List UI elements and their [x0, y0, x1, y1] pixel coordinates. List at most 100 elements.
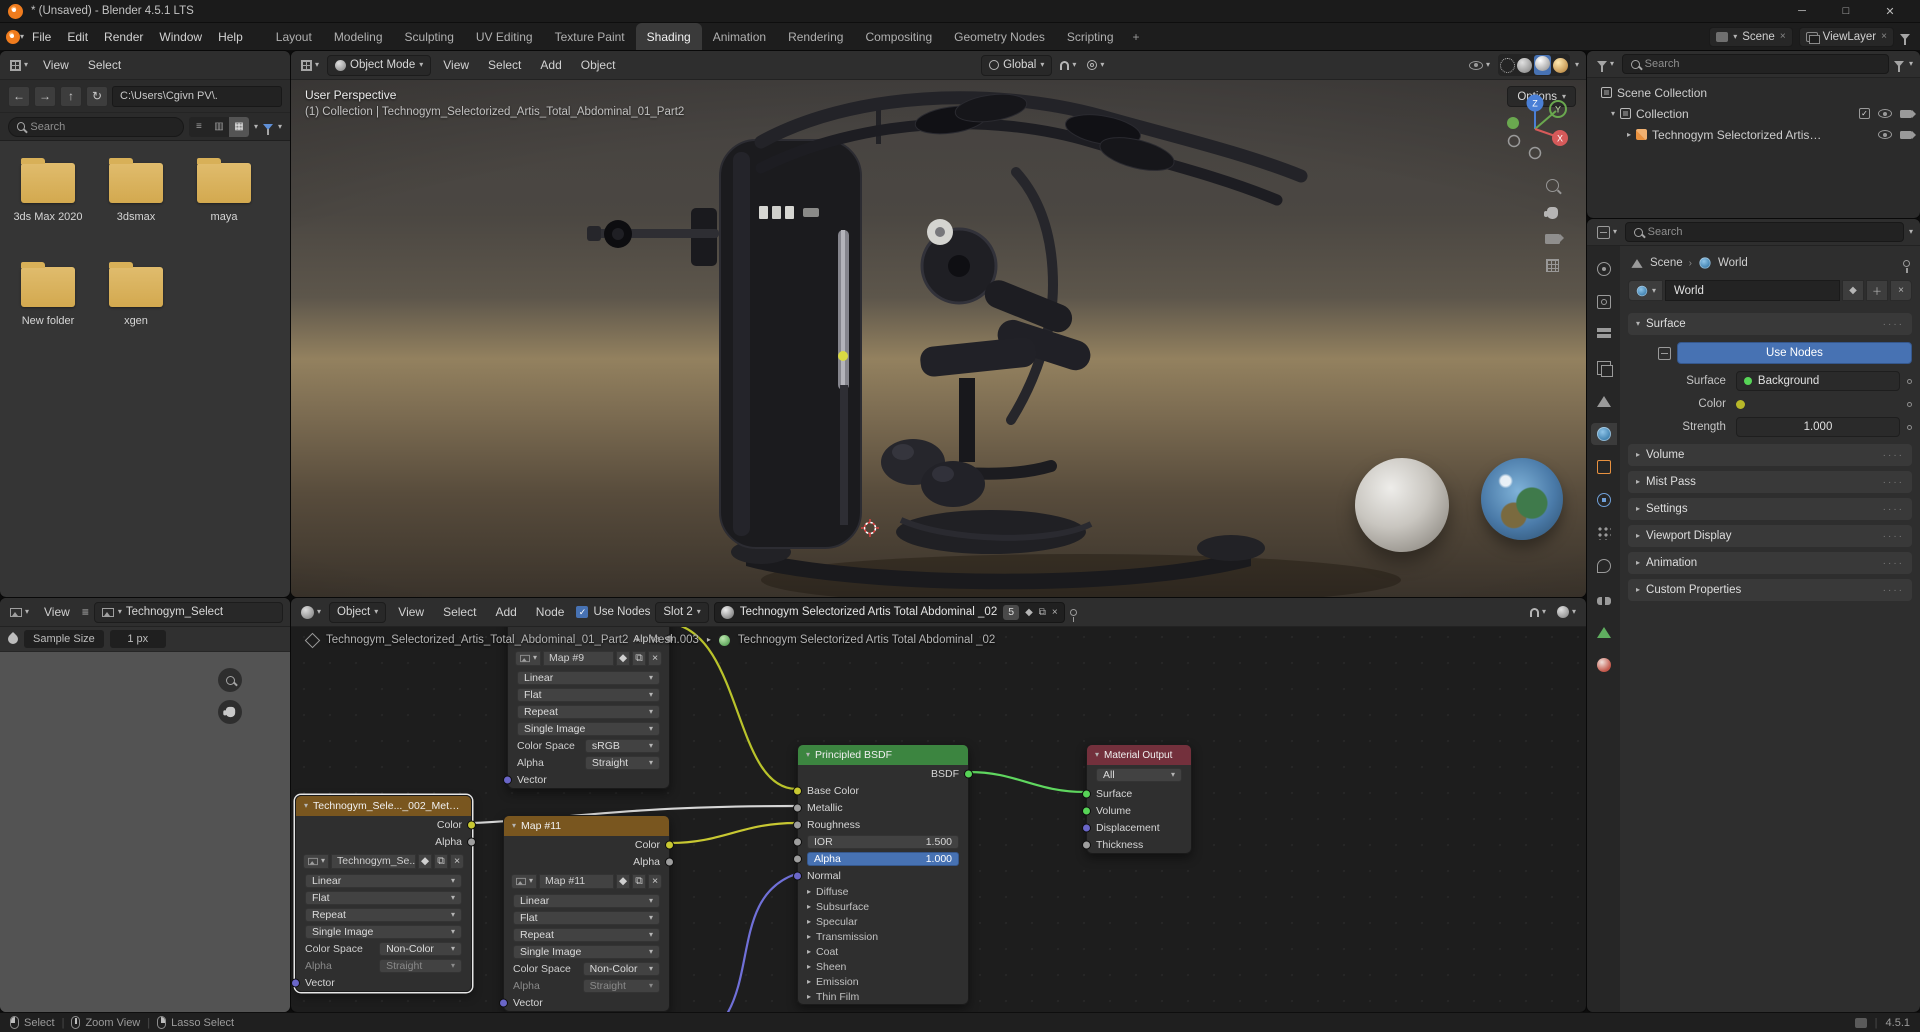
back-button[interactable]: ← — [8, 85, 30, 107]
filter-funnel-icon[interactable] — [262, 123, 273, 135]
menu-view[interactable]: View — [36, 58, 76, 72]
tab-animation[interactable]: Animation — [702, 23, 777, 51]
strength-field[interactable]: 1.000 — [1735, 417, 1900, 437]
image-name-field[interactable]: Map #9 — [543, 650, 614, 666]
minimize-button[interactable]: ─ — [1780, 0, 1824, 22]
image-browse-button[interactable]: ▾ — [511, 873, 538, 889]
alpha-mode-dropdown[interactable]: Straight ▾ — [379, 958, 462, 973]
menu-window[interactable]: Window — [151, 27, 210, 47]
outliner-row-collection[interactable]: ▾ Collection ✓ — [1587, 103, 1920, 124]
surface-socket[interactable] — [1082, 789, 1091, 798]
volume-panel-header[interactable]: ▸ Volume ···· — [1628, 444, 1912, 466]
copies-button[interactable]: ⧉ — [632, 873, 646, 889]
tab-geometry-nodes[interactable]: Geometry Nodes — [943, 23, 1056, 51]
tab-modifiers[interactable] — [1591, 489, 1617, 511]
filter-icon[interactable] — [1893, 61, 1904, 72]
editor-type-button[interactable]: ▾ — [1594, 60, 1617, 72]
colorspace-dropdown[interactable]: Non-Color ▾ — [582, 961, 660, 976]
display-list-button[interactable]: ≡ — [189, 117, 209, 137]
menu-render[interactable]: Render — [96, 27, 151, 47]
target-dropdown[interactable]: All ▾ — [1096, 768, 1182, 782]
material-shading-button[interactable] — [1534, 55, 1551, 75]
expand-icon[interactable]: ▾ — [1611, 109, 1615, 118]
extension-dropdown[interactable]: Repeat ▾ — [305, 907, 462, 922]
surface-shader-field[interactable]: Background — [1735, 371, 1900, 391]
chevron-down-icon[interactable]: ▾ — [1575, 61, 1579, 69]
source-dropdown[interactable]: Single Image ▾ — [305, 924, 462, 939]
menu-help[interactable]: Help — [210, 27, 251, 47]
fake-user-icon[interactable]: ◆ — [1025, 607, 1033, 618]
custom-properties-panel-header[interactable]: ▸ Custom Properties ···· — [1628, 579, 1912, 601]
alpha-output-socket[interactable] — [665, 857, 674, 866]
pin-icon[interactable] — [1903, 259, 1910, 273]
node-canvas[interactable]: Color Alpha ▾ Map #9 ◆ ⧉ × Linear▾ Flat▾… — [291, 598, 1586, 1012]
sample-size-value[interactable]: 1 px — [109, 630, 166, 648]
tab-render[interactable] — [1591, 291, 1617, 313]
chevron-down-icon[interactable]: ▾ — [278, 122, 282, 131]
hamburger-icon[interactable]: ≡ — [82, 605, 89, 619]
properties-search[interactable] — [1625, 222, 1904, 242]
unlink-viewlayer-icon[interactable]: × — [1881, 31, 1887, 42]
use-nodes-button[interactable]: Use Nodes — [1677, 342, 1912, 364]
menu-edit[interactable]: Edit — [59, 27, 96, 47]
menu-node[interactable]: Node — [529, 605, 572, 619]
editor-type-button[interactable]: ▾ — [7, 59, 31, 71]
animation-panel-header[interactable]: ▸ Animation ···· — [1628, 552, 1912, 574]
folder-item[interactable]: New folder — [4, 257, 92, 361]
folder-item[interactable]: maya — [180, 153, 268, 257]
tab-sculpting[interactable]: Sculpting — [394, 23, 465, 51]
tab-particles[interactable] — [1591, 522, 1617, 544]
snap-toggle[interactable]: ▾ — [1057, 60, 1079, 70]
chevron-down-icon[interactable]: ▾ — [254, 122, 258, 131]
proportional-edit-toggle[interactable]: ▾ — [1084, 60, 1107, 70]
unlink-button[interactable]: × — [648, 650, 662, 666]
vector-input-socket[interactable] — [499, 998, 508, 1007]
color-output-socket[interactable] — [665, 840, 674, 849]
render-visibility-icon[interactable] — [1900, 109, 1916, 118]
tab-texture-paint[interactable]: Texture Paint — [544, 23, 636, 51]
unlink-button[interactable]: × — [450, 853, 464, 869]
interpolation-dropdown[interactable]: Linear ▾ — [305, 873, 462, 888]
image-name-field[interactable]: Technogym_Se... — [331, 853, 416, 869]
tab-scripting[interactable]: Scripting — [1056, 23, 1125, 51]
menu-file[interactable]: File — [24, 27, 59, 47]
emission-section[interactable]: ▸ Emission — [798, 974, 968, 989]
slot-dropdown[interactable]: Slot 2 ▾ — [655, 601, 709, 623]
alpha-mode-dropdown[interactable]: Straight ▾ — [582, 978, 660, 993]
editor-type-button[interactable]: ▾ — [1594, 225, 1620, 239]
mist-pass-panel-header[interactable]: ▸ Mist Pass ···· — [1628, 471, 1912, 493]
vector-input-socket[interactable] — [291, 978, 300, 987]
node-header[interactable]: ▾ Principled BSDF — [798, 745, 968, 765]
tab-rendering[interactable]: Rendering — [777, 23, 854, 51]
tab-output[interactable] — [1591, 324, 1617, 346]
colorspace-dropdown[interactable]: sRGB ▾ — [584, 738, 660, 753]
node-image-texture-map11[interactable]: ▾ Map #11 Color Alpha ▾ Map #11 ◆ ⧉ × Lin… — [499, 815, 674, 1012]
browse-world-button[interactable]: ▾ — [1628, 280, 1664, 301]
interpolation-dropdown[interactable]: Linear ▾ — [513, 893, 660, 908]
folder-item[interactable]: 3ds Max 2020 — [4, 153, 92, 257]
alpha-socket[interactable] — [793, 854, 802, 863]
coat-section[interactable]: ▸ Coat — [798, 944, 968, 959]
orthographic-toggle-icon[interactable] — [1546, 259, 1559, 272]
alpha-mode-dropdown[interactable]: Straight ▾ — [584, 755, 660, 770]
tab-constraints[interactable] — [1591, 588, 1617, 610]
blender-menu-icon[interactable] — [6, 29, 20, 44]
source-dropdown[interactable]: Single Image ▾ — [513, 944, 660, 959]
forward-button[interactable]: → — [34, 85, 56, 107]
display-columns-button[interactable]: ▥ — [209, 117, 229, 137]
node-header[interactable]: ▾ Map #11 — [504, 816, 669, 836]
overlays-toggle[interactable]: ▾ — [1554, 606, 1579, 618]
navigation-gizmo[interactable]: Z Y X — [1502, 91, 1568, 166]
metallic-socket[interactable] — [793, 803, 802, 812]
menu-add[interactable]: Add — [488, 605, 523, 619]
diffuse-section[interactable]: ▸ Diffuse — [798, 884, 968, 899]
source-dropdown[interactable]: Single Image ▾ — [517, 721, 660, 736]
node-header[interactable]: ▾ Material Output — [1087, 745, 1191, 765]
fake-user-button[interactable]: ◆ — [616, 873, 630, 889]
image-selector[interactable]: ▾ Technogym_Select — [93, 601, 283, 623]
tab-uv-editing[interactable]: UV Editing — [465, 23, 544, 51]
world-name-field[interactable]: World — [1665, 280, 1840, 301]
extension-dropdown[interactable]: Repeat ▾ — [517, 704, 660, 719]
tab-tool[interactable] — [1591, 258, 1617, 280]
outliner-row-object[interactable]: ▸ Technogym Selectorized Artis To — [1587, 124, 1920, 145]
